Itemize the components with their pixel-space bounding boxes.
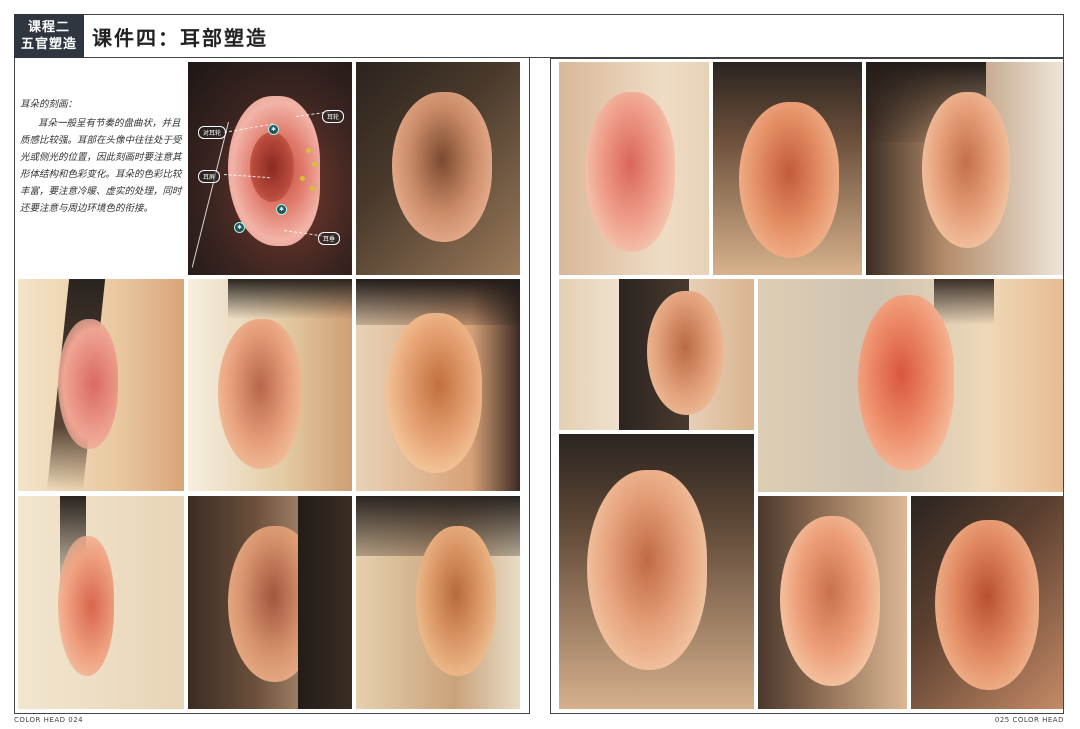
ear-painting — [559, 434, 754, 709]
ear-painting — [18, 496, 184, 709]
ear-painting — [356, 496, 520, 709]
ear-anatomy-diagram: 对耳轮 耳屏 耳轮 耳垂 ✱ ✱ ✱ — [188, 62, 352, 275]
course-tag: 课程二 五官塑造 — [14, 14, 84, 58]
ear-painting — [188, 279, 352, 491]
ear-painting — [713, 62, 862, 275]
book-spread: 课程二 五官塑造 课件四：耳部塑造 耳朵的刻画： 耳朵一般呈有节奏的盘曲状，并且… — [0, 0, 1080, 729]
ear-painting — [559, 279, 754, 430]
course-line-1: 课程二 — [27, 20, 70, 35]
ear-painting — [18, 279, 184, 491]
diagram-marker-icon: ✱ — [268, 124, 279, 135]
ear-painting — [911, 496, 1063, 709]
diagram-marker-icon: ✱ — [276, 204, 287, 215]
diagram-point-icon — [310, 186, 315, 191]
ear-notes: 耳朵的刻画： 耳朵一般呈有节奏的盘曲状，并且质感比较强。耳部在头像中往往处于受光… — [20, 96, 184, 217]
diagram-point-icon — [300, 176, 305, 181]
diagram-point-icon — [306, 148, 311, 153]
diagram-label-helix: 耳轮 — [322, 110, 345, 123]
diagram-label-tragus: 耳屏 — [198, 170, 221, 183]
notes-title: 耳朵的刻画： — [20, 99, 78, 110]
ear-painting — [188, 496, 352, 709]
ear-painting — [356, 279, 520, 491]
diagram-marker-icon: ✱ — [234, 222, 245, 233]
course-line-2: 五官塑造 — [20, 37, 77, 52]
footer-right: 025 COLOR HEAD — [994, 716, 1064, 724]
diagram-label-lobe: 耳垂 — [318, 232, 341, 245]
diagram-guide-line — [191, 121, 229, 268]
footer-left: COLOR HEAD 024 — [14, 716, 84, 724]
diagram-point-icon — [312, 162, 317, 167]
ear-painting — [356, 62, 520, 275]
ear-painting — [758, 496, 907, 709]
notes-body: 耳朵一般呈有节奏的盘曲状，并且质感比较强。耳部在头像中往往处于受光或侧光的位置，… — [20, 118, 182, 214]
page-title: 课件四：耳部塑造 — [92, 26, 268, 50]
ear-painting — [559, 62, 709, 275]
diagram-label-antihelix: 对耳轮 — [198, 126, 227, 139]
diagram-ear-concha — [250, 132, 294, 202]
ear-painting — [866, 62, 1063, 275]
ear-painting — [758, 279, 1063, 492]
